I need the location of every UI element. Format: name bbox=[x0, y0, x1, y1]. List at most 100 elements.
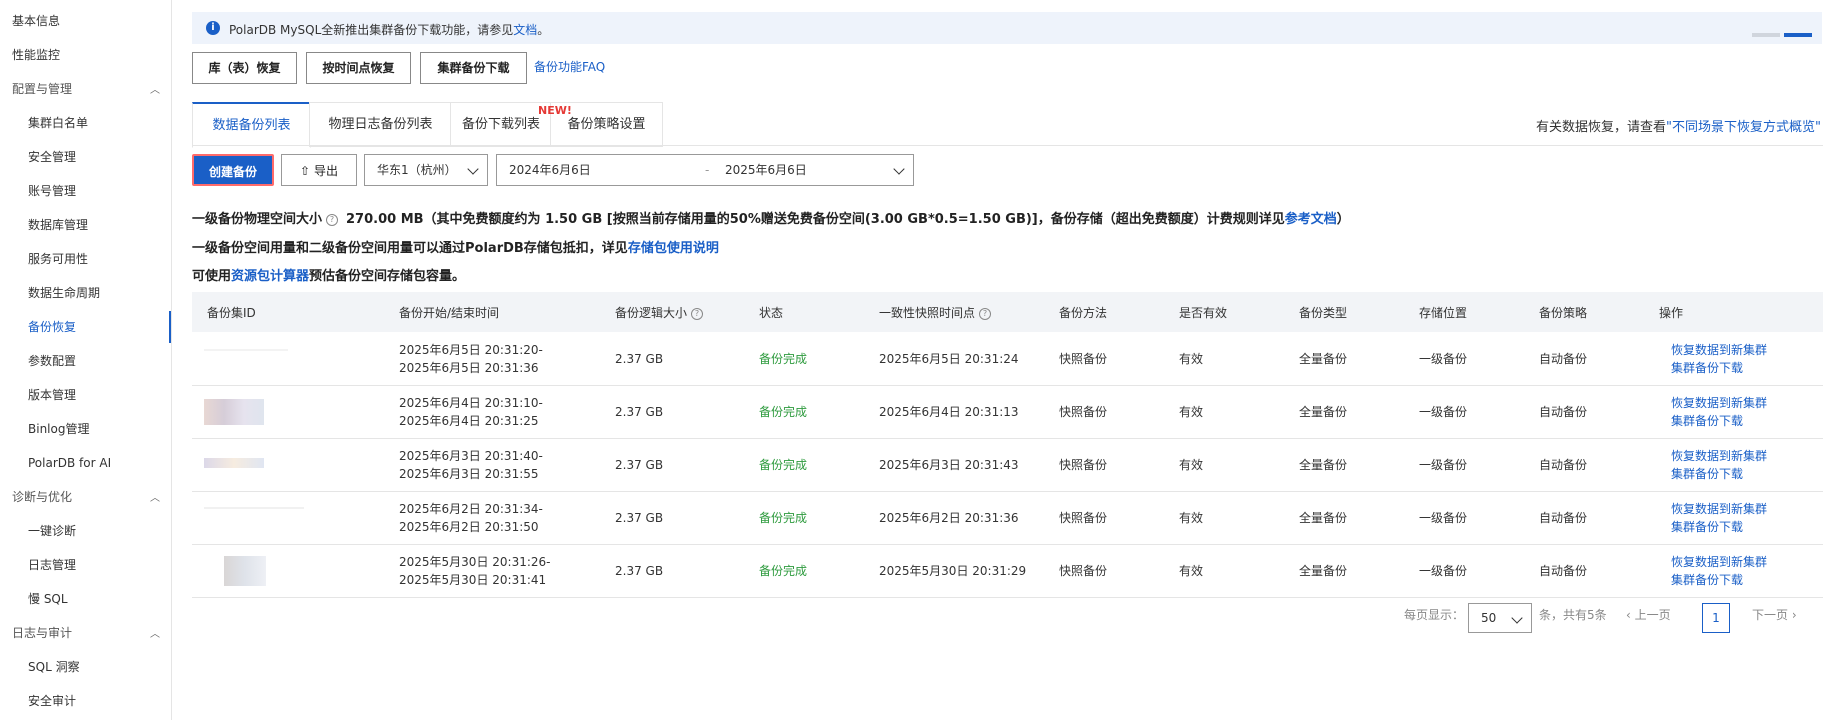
sidebar-item-sql-insight[interactable]: SQL 洞察 bbox=[28, 659, 80, 675]
backup-policy: 自动备份 bbox=[1539, 564, 1588, 578]
per-page-select[interactable]: 50 bbox=[1468, 603, 1532, 633]
sidebar-group-audit[interactable]: 日志与审计 bbox=[12, 625, 72, 641]
sidebar-group-diagnosis[interactable]: 诊断与优化 bbox=[12, 489, 72, 505]
sidebar-item-one-click-diagnosis[interactable]: 一键诊断 bbox=[28, 523, 76, 539]
restore-to-new-cluster-link[interactable]: 恢复数据到新集群 bbox=[1671, 394, 1767, 412]
banner-pager[interactable] bbox=[1748, 26, 1812, 40]
end-time: 2025年6月2日 20:31:50 bbox=[399, 520, 539, 534]
sidebar-item-availability[interactable]: 服务可用性 bbox=[28, 251, 88, 267]
notice-doc-link[interactable]: 文档 bbox=[513, 23, 537, 37]
storage-location: 一级备份 bbox=[1419, 564, 1468, 578]
restore-to-new-cluster-link[interactable]: 恢复数据到新集群 bbox=[1671, 553, 1767, 571]
cluster-backup-download-link[interactable]: 集群备份下载 bbox=[1671, 359, 1743, 377]
pager-dot-active[interactable] bbox=[1784, 33, 1812, 37]
recovery-help: 有关数据恢复，请查看"不同场景下恢复方式概览" bbox=[1536, 116, 1821, 135]
help-icon[interactable]: ? bbox=[691, 308, 704, 320]
valid-flag: 有效 bbox=[1179, 352, 1204, 366]
next-page-label: 下一页 bbox=[1752, 608, 1789, 622]
storage-location: 一级备份 bbox=[1419, 458, 1468, 472]
status-text: 备份完成 bbox=[759, 564, 808, 578]
region-select[interactable]: 华东1（杭州） bbox=[364, 154, 488, 186]
per-page-value: 50 bbox=[1481, 611, 1497, 625]
valid-flag: 有效 bbox=[1179, 511, 1204, 525]
recovery-overview-link[interactable]: "不同场景下恢复方式概览" bbox=[1666, 120, 1821, 135]
backup-policy: 自动备份 bbox=[1539, 352, 1588, 366]
help-icon[interactable]: ? bbox=[979, 308, 992, 320]
date-range-picker[interactable]: 2024年6月6日 - 2025年6月6日 bbox=[496, 154, 914, 186]
logical-size: 2.37 GB bbox=[615, 511, 664, 525]
sidebar-item-security[interactable]: 安全管理 bbox=[28, 149, 76, 165]
col-logical-size: 备份逻辑大小? bbox=[615, 304, 711, 321]
sidebar-item-binlog[interactable]: Binlog管理 bbox=[28, 421, 89, 437]
col-type: 备份类型 bbox=[1299, 306, 1348, 320]
calculator-info: 可使用资源包计算器预估备份空间存储包容量。 bbox=[192, 265, 465, 284]
restore-to-new-cluster-link[interactable]: 恢复数据到新集群 bbox=[1671, 500, 1767, 518]
backup-space-value: 270.00 MB（其中免费额度约为 1.50 GB [按照当前存储用量的50%… bbox=[346, 212, 1285, 227]
chevron-up-icon[interactable]: ︿ bbox=[150, 81, 160, 96]
prev-page-button[interactable]: ‹ 上一页 bbox=[1626, 606, 1671, 623]
tab-data-backup-list[interactable]: 数据备份列表 bbox=[192, 102, 311, 148]
date-start[interactable]: 2024年6月6日 bbox=[509, 155, 591, 185]
status-text: 备份完成 bbox=[759, 511, 808, 525]
col-location: 存储位置 bbox=[1419, 306, 1468, 320]
sidebar-item-basic-info[interactable]: 基本信息 bbox=[12, 13, 60, 29]
sidebar-item-parameters[interactable]: 参数配置 bbox=[28, 353, 76, 369]
backup-policy: 自动备份 bbox=[1539, 405, 1588, 419]
sidebar-item-lifecycle[interactable]: 数据生命周期 bbox=[28, 285, 100, 301]
sidebar-item-accounts[interactable]: 账号管理 bbox=[28, 183, 76, 199]
date-end[interactable]: 2025年6月6日 bbox=[725, 155, 807, 185]
backup-type: 全量备份 bbox=[1299, 458, 1348, 472]
restore-to-new-cluster-link[interactable]: 恢复数据到新集群 bbox=[1671, 447, 1767, 465]
sidebar-item-databases[interactable]: 数据库管理 bbox=[28, 217, 88, 233]
sidebar-item-version[interactable]: 版本管理 bbox=[28, 387, 76, 403]
create-backup-button[interactable]: 创建备份 bbox=[192, 154, 274, 186]
restore-to-new-cluster-link[interactable]: 恢复数据到新集群 bbox=[1671, 341, 1767, 359]
snapshot-time: 2025年6月4日 20:31:13 bbox=[879, 405, 1019, 419]
storage-location: 一级备份 bbox=[1419, 352, 1468, 366]
tab-physical-log-backup-list[interactable]: 物理日志备份列表 bbox=[309, 102, 452, 147]
logical-size: 2.37 GB bbox=[615, 405, 664, 419]
col-status: 状态 bbox=[759, 306, 784, 320]
page-number-current[interactable]: 1 bbox=[1702, 603, 1730, 633]
resource-calculator-link[interactable]: 资源包计算器 bbox=[231, 269, 309, 284]
chevron-up-icon[interactable]: ︿ bbox=[150, 489, 160, 504]
status-text: 备份完成 bbox=[759, 405, 808, 419]
sidebar-item-security-audit[interactable]: 安全审计 bbox=[28, 693, 76, 709]
valid-flag: 有效 bbox=[1179, 564, 1204, 578]
sidebar-item-backup-restore[interactable]: 备份恢复 bbox=[28, 319, 76, 335]
col-policy: 备份策略 bbox=[1539, 306, 1588, 320]
col-backup-id: 备份集ID bbox=[207, 306, 256, 320]
restore-time-button[interactable]: 按时间点恢复 bbox=[306, 52, 411, 84]
help-icon[interactable]: ? bbox=[326, 214, 339, 226]
export-button[interactable]: ⇧ 导出 bbox=[281, 154, 357, 186]
cluster-backup-download-link[interactable]: 集群备份下载 bbox=[1671, 518, 1743, 536]
tab-backup-download-list[interactable]: 备份下载列表 bbox=[450, 102, 552, 147]
pager-dot[interactable] bbox=[1752, 33, 1780, 37]
cluster-backup-download-link[interactable]: 集群备份下载 bbox=[1671, 412, 1743, 430]
logical-size: 2.37 GB bbox=[615, 564, 664, 578]
backup-method: 快照备份 bbox=[1059, 511, 1108, 525]
table-header: 备份集ID 备份开始/结束时间 备份逻辑大小? 状态 一致性快照时间点? 备份方… bbox=[192, 292, 1823, 332]
cluster-backup-download-link[interactable]: 集群备份下载 bbox=[1671, 465, 1743, 483]
sidebar-item-polardb-ai[interactable]: PolarDB for AI bbox=[28, 455, 111, 471]
backup-space-info: 一级备份物理空间大小? 270.00 MB（其中免费额度约为 1.50 GB [按… bbox=[192, 208, 1350, 227]
storage-package-link[interactable]: 存储包使用说明 bbox=[628, 241, 719, 256]
chevron-down-icon bbox=[1511, 612, 1523, 624]
upload-icon: ⇧ bbox=[300, 164, 311, 178]
backup-policy: 自动备份 bbox=[1539, 458, 1588, 472]
cluster-backup-download-button[interactable]: 集群备份下载 bbox=[420, 52, 527, 84]
date-separator: - bbox=[705, 163, 710, 177]
chevron-up-icon[interactable]: ︿ bbox=[150, 625, 160, 640]
cluster-backup-download-link[interactable]: 集群备份下载 bbox=[1671, 571, 1743, 589]
next-page-button[interactable]: 下一页 › bbox=[1752, 606, 1797, 623]
start-time: 2025年5月30日 20:31:26- bbox=[399, 555, 551, 569]
sidebar-item-performance[interactable]: 性能监控 bbox=[12, 47, 60, 63]
sidebar-group-config[interactable]: 配置与管理 bbox=[12, 81, 72, 97]
region-value: 华东1（杭州） bbox=[377, 163, 457, 177]
reference-doc-link[interactable]: 参考文档 bbox=[1285, 212, 1337, 227]
sidebar-item-whitelist[interactable]: 集群白名单 bbox=[28, 115, 88, 131]
restore-table-button[interactable]: 库（表）恢复 bbox=[192, 52, 297, 84]
backup-faq-link[interactable]: 备份功能FAQ bbox=[534, 58, 605, 75]
sidebar-item-log-management[interactable]: 日志管理 bbox=[28, 557, 76, 573]
sidebar-item-slow-sql[interactable]: 慢 SQL bbox=[28, 591, 68, 607]
